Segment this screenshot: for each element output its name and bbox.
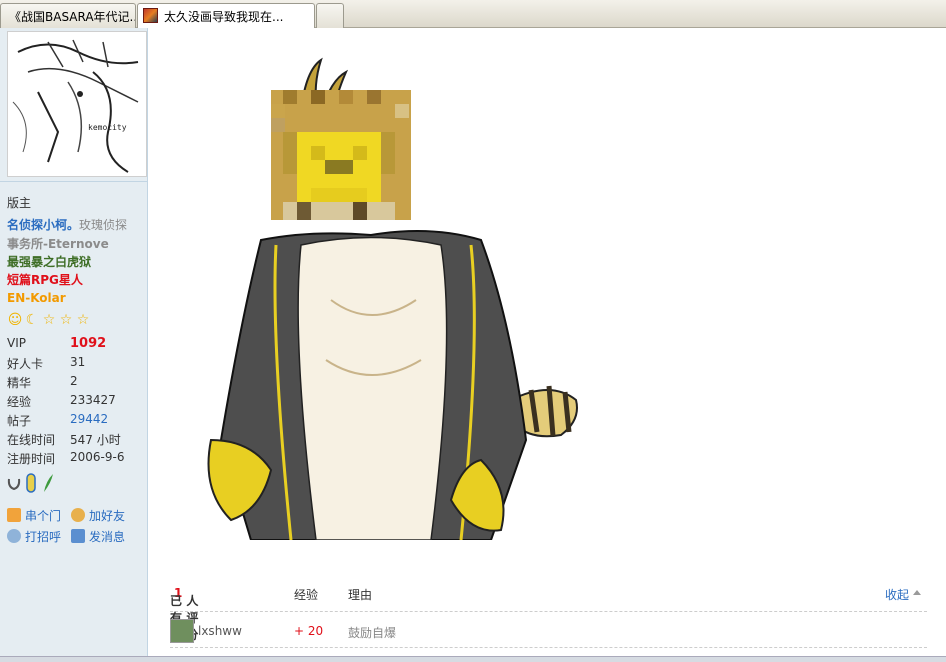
moon-icon: ☾ [25, 312, 39, 328]
user-role: 版主 [7, 196, 32, 210]
signature-name: 名侦探小柯。 [7, 218, 80, 232]
signature-line-1: 名侦探小柯。玫瑰侦探 [7, 216, 127, 233]
tab-current-thread[interactable]: 太久没画导致我现在... [137, 3, 315, 29]
star-icon: ☆ [76, 312, 90, 328]
stat-label: VIP [7, 336, 26, 350]
stat-value: 31 [70, 355, 86, 369]
stat-value: 547 小时 [70, 433, 121, 447]
tab-label: 太久没画导致我现在... [164, 10, 284, 24]
author-sidebar: kemocity 版主 名侦探小柯。玫瑰侦探 事务所-Eternove 最强暴之… [0, 28, 148, 662]
rating-row: lxshww + 20 鼓励自爆 [170, 612, 927, 648]
send-message-link[interactable]: 发消息 [71, 528, 125, 545]
tab-label: 《战国BASARA年代记... [9, 10, 136, 24]
action-label: 发消息 [89, 530, 126, 544]
signature-line-2: 事务所-Eternove [7, 237, 109, 251]
rating-count-label: 已有1人评分 [170, 586, 198, 642]
stat-label: 注册时间 [7, 452, 56, 466]
feather-medal-icon[interactable] [41, 473, 55, 493]
stat-label: 在线时间 [7, 433, 56, 447]
stat-value: 233427 [70, 393, 116, 407]
stat-label: 帖子 [7, 414, 32, 428]
caret-up-icon[interactable] [913, 590, 921, 595]
stat-good-card: 好人卡 31 [7, 353, 147, 372]
star-icon: ☆ [59, 312, 73, 328]
stat-experience: 经验 233427 [7, 391, 147, 410]
tab-basara[interactable]: 《战国BASARA年代记... [0, 3, 136, 28]
stat-label: 好人卡 [7, 357, 44, 371]
greet-icon [7, 529, 21, 543]
stat-value: 2006-9-6 [70, 450, 125, 464]
horizontal-scrollbar[interactable] [0, 656, 946, 662]
signature-rest: 玫瑰侦探 [79, 218, 128, 232]
rating-panel: 已有1人评分 经验 理由 收起 lxshww + 20 鼓励自爆 [170, 580, 927, 648]
stat-digest: 精华 2 [7, 372, 147, 391]
avatar-sketch-image: kemocity [8, 32, 146, 176]
browser-tab-strip: 《战国BASARA年代记... 太久没画导致我现在... [0, 0, 946, 29]
rating-header: 已有1人评分 经验 理由 收起 [170, 580, 927, 642]
stat-label: 精华 [7, 376, 32, 390]
column-reason: 理由 [348, 588, 373, 602]
rater-avatar[interactable] [170, 619, 194, 643]
stat-posts: 帖子 29442 [7, 410, 147, 429]
home-icon [7, 508, 21, 522]
action-row: 串个门 加好友 [7, 507, 147, 525]
column-experience: 经验 [294, 588, 319, 602]
action-row: 打招呼 发消息 [7, 528, 147, 546]
stat-register-date: 注册时间 2006-9-6 [7, 448, 147, 467]
signature-line-3: 最强暴之白虎狱 [7, 255, 92, 269]
stat-value: 2 [70, 374, 78, 388]
greet-link[interactable]: 打招呼 [7, 528, 61, 545]
mosaic-face [271, 90, 411, 220]
divider [0, 181, 148, 182]
user-stats: VIP 1092 好人卡 31 精华 2 经验 233427 帖子 29442 … [7, 334, 147, 467]
add-friend-link[interactable]: 加好友 [71, 507, 125, 524]
action-label: 加好友 [89, 509, 126, 523]
medal-list [7, 473, 55, 493]
sun-face-icon: ☺ [7, 312, 23, 328]
stat-value: 1092 [70, 336, 107, 351]
rating-reason: 鼓励自爆 [348, 626, 397, 640]
rating-experience: + 20 [294, 624, 324, 638]
site-favicon-icon [143, 8, 158, 23]
stat-label: 经验 [7, 395, 32, 409]
new-tab-button[interactable] [316, 3, 344, 28]
post-illustration-image[interactable] [181, 40, 581, 540]
signature-line-4: 短篇RPG星人 [7, 273, 83, 287]
avatar[interactable]: kemocity [7, 31, 147, 177]
rater-name[interactable]: lxshww [198, 624, 242, 638]
signature-line-5: EN-Kolar [7, 291, 66, 305]
envelope-icon [71, 529, 85, 543]
visit-space-link[interactable]: 串个门 [7, 507, 61, 524]
avatar-caption: kemocity [88, 123, 127, 132]
star-icon: ☆ [42, 312, 56, 328]
posts-link[interactable]: 29442 [70, 412, 108, 426]
stat-vip: VIP 1092 [7, 334, 147, 353]
collapse-link[interactable]: 收起 [885, 586, 909, 603]
post-content: 已有1人评分 经验 理由 收起 lxshww + 20 鼓励自爆 [149, 28, 946, 662]
stat-online-time: 在线时间 547 小时 [7, 429, 147, 448]
horns-medal-icon[interactable] [7, 473, 21, 493]
action-label: 打招呼 [25, 530, 62, 544]
capsule-medal-icon[interactable] [24, 473, 38, 493]
rank-icons: ☺ ☾ ☆ ☆ ☆ [7, 312, 91, 328]
handshake-icon [71, 508, 85, 522]
action-label: 串个门 [25, 509, 62, 523]
